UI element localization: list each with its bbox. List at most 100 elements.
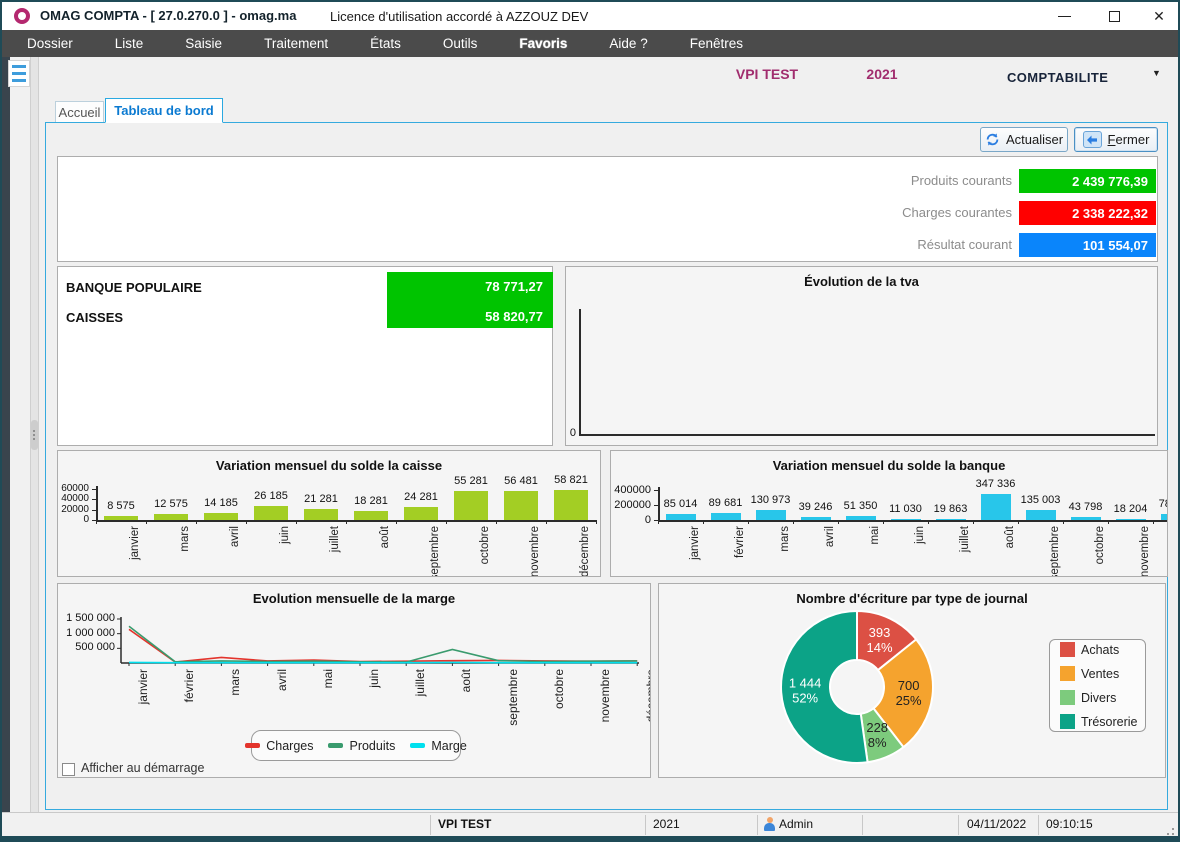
left-dark-rail: [2, 57, 10, 812]
x-tick: [658, 520, 659, 524]
y-tick-label: 500 000: [58, 642, 115, 652]
bar-septembre: [404, 507, 438, 520]
close-button[interactable]: ✕: [1148, 5, 1170, 27]
back-arrow-icon: [1083, 131, 1102, 148]
x-tick: [793, 520, 794, 524]
refresh-button[interactable]: Actualiser: [980, 127, 1068, 152]
series-charges: [129, 629, 637, 662]
legend-label: Divers: [1081, 691, 1116, 705]
user-icon: [764, 817, 775, 832]
tva-y-axis: [579, 309, 581, 435]
menu-item-liste[interactable]: Liste: [94, 30, 165, 57]
x-label-f-vrier: février: [182, 669, 196, 702]
y-tick-label: 0: [58, 515, 89, 525]
bar-value-ao-t: 347 336: [962, 478, 1030, 490]
bar-octobre: [454, 491, 488, 520]
legend-item-marge: Marge: [410, 739, 466, 753]
x-label-f-vrier: février: [733, 526, 747, 558]
statusbar-divider: [757, 815, 758, 835]
x-tick: [546, 520, 547, 524]
close-tab-button[interactable]: Fermer: [1074, 127, 1158, 152]
x-tick: [1108, 520, 1109, 524]
x-label-d-cembre: décembre: [644, 669, 651, 722]
menu-bar: DossierListeSaisieTraitementÉtatsOutilsF…: [2, 30, 1178, 57]
legend-item-divers: Divers: [1060, 690, 1116, 705]
account-value: 78 771,27: [383, 279, 543, 294]
bar-avril: [801, 517, 831, 520]
statusbar-divider: [958, 815, 959, 835]
window-title: OMAG COMPTA - [ 27.0.270.0 ] - omag.ma: [40, 8, 296, 23]
journal-legend: AchatsVentesDiversTrésorerie: [1049, 639, 1146, 732]
statusbar-divider: [430, 815, 431, 835]
header-company: VPI TEST: [702, 66, 832, 82]
legend-swatch-ventes: [1060, 666, 1075, 681]
marge-legend: ChargesProduitsMarge: [251, 730, 461, 761]
menu-item-dossier[interactable]: Dossier: [6, 30, 94, 57]
menu-item-aide-[interactable]: Aide ?: [588, 30, 668, 57]
chevron-down-icon[interactable]: ▼: [1152, 68, 1161, 78]
menu-item-fen-tres[interactable]: Fenêtres: [669, 30, 764, 57]
x-label-janvier: janvier: [136, 669, 150, 704]
status-bar: VPI TEST2021Admin04/11/202209:10:15: [2, 812, 1178, 836]
menu-item-outils[interactable]: Outils: [422, 30, 499, 57]
menu-item-saisie[interactable]: Saisie: [164, 30, 243, 57]
statusbar-divider: [645, 815, 646, 835]
x-tick: [346, 520, 347, 524]
x-label-juin: juin: [367, 669, 381, 688]
accounts-panel: BANQUE POPULAIRE78 771,27CAISSES58 820,7…: [57, 266, 553, 446]
menu-item--tats[interactable]: États: [349, 30, 422, 57]
kpi-label: Charges courantes: [902, 205, 1012, 220]
maximize-button[interactable]: [1103, 5, 1125, 27]
y-tick: [654, 490, 658, 491]
hamburger-menu-icon[interactable]: [8, 60, 30, 87]
bar-juillet: [304, 509, 338, 520]
x-tick: [146, 520, 147, 524]
resize-grip[interactable]: [1162, 823, 1174, 835]
tva-chart-title: Évolution de la tva: [566, 274, 1157, 289]
legend-label: Marge: [431, 739, 466, 753]
x-label-octobre: octobre: [1093, 526, 1107, 564]
y-tick-label: 200000: [611, 500, 651, 510]
tab-accueil[interactable]: Accueil: [55, 101, 104, 122]
x-label-ao-t: août: [459, 669, 473, 692]
x-label-juillet: juillet: [413, 669, 427, 696]
minimize-button[interactable]: [1053, 5, 1075, 27]
x-label-mars: mars: [228, 669, 242, 696]
refresh-button-label: Actualiser: [1006, 132, 1063, 147]
kpi-value: 2 338 222,32: [1019, 201, 1156, 225]
tab-tableau-de-bord[interactable]: Tableau de bord: [105, 98, 223, 123]
y-tick: [92, 489, 96, 490]
slice-label-achats: 393: [869, 625, 891, 640]
banque-x-axis: [658, 520, 1168, 522]
x-label-septembre: septembre: [506, 669, 520, 726]
statusbar-time: 09:10:15: [1046, 817, 1093, 831]
x-label-avril: avril: [275, 669, 289, 691]
bar-avril: [204, 513, 238, 520]
x-label-juin: juin: [278, 526, 292, 544]
bar-juillet: [936, 519, 966, 520]
x-label-d-cembre: décembre: [578, 526, 592, 577]
tva-x-axis: [579, 434, 1155, 436]
x-label-mars: mars: [778, 526, 792, 552]
bar-novembre: [1116, 519, 1146, 520]
legend-swatch-charges: [245, 743, 260, 748]
x-tick: [446, 520, 447, 524]
legend-label: Charges: [266, 739, 313, 753]
close-tab-button-label: Fermer: [1108, 132, 1150, 147]
title-bar[interactable]: OMAG COMPTA - [ 27.0.270.0 ] - omag.ma L…: [2, 2, 1178, 30]
legend-swatch-divers: [1060, 690, 1075, 705]
x-label-mai: mai: [868, 526, 882, 545]
bar-f-vrier: [711, 513, 741, 520]
kpi-panel: Produits courants2 439 776,39Charges cou…: [57, 156, 1158, 262]
show-at-startup-checkbox[interactable]: [62, 763, 75, 776]
x-label-octobre: octobre: [552, 669, 566, 709]
user-body: [764, 823, 775, 831]
statusbar-divider: [862, 815, 863, 835]
x-tick: [883, 520, 884, 524]
kpi-value: 101 554,07: [1019, 233, 1156, 257]
module-selector[interactable]: COMPTABILITE: [1007, 70, 1108, 85]
x-label-novembre: novembre: [528, 526, 542, 577]
tva-chart-panel: Évolution de la tva 0: [565, 266, 1158, 446]
menu-item-traitement[interactable]: Traitement: [243, 30, 349, 57]
menu-item-favoris[interactable]: Favoris: [498, 30, 588, 57]
